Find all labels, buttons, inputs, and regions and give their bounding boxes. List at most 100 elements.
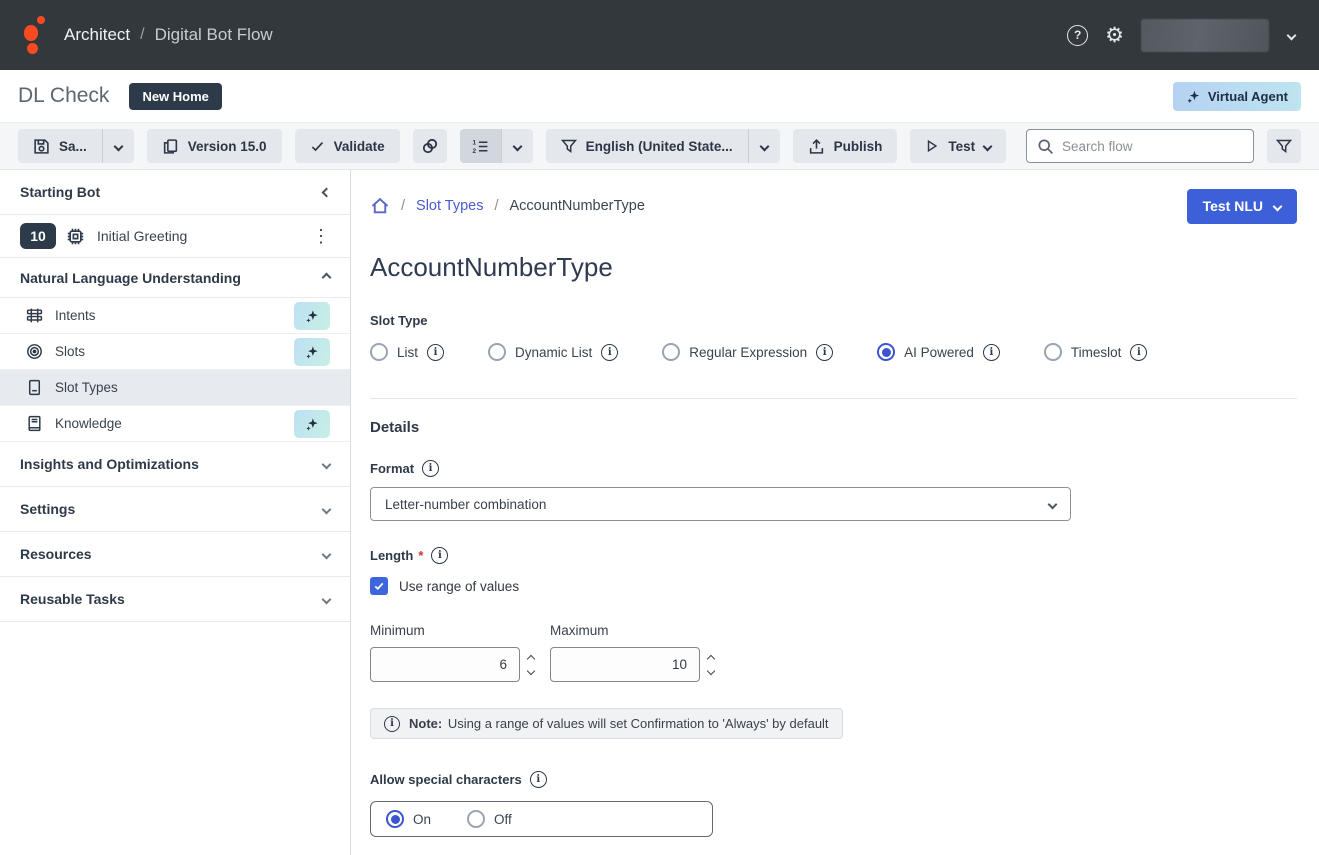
radio-icon-selected[interactable] <box>386 810 404 828</box>
save-label: Sa... <box>59 139 87 154</box>
radio-icon[interactable] <box>467 810 485 828</box>
new-home-badge[interactable]: New Home <box>129 83 221 110</box>
collapse-sidebar-icon[interactable] <box>322 187 332 197</box>
sidebar-section-insights[interactable]: Insights and Optimizations <box>0 442 350 487</box>
top-bar: Architect / Digital Bot Flow ? ⚙ <box>0 0 1319 70</box>
info-icon[interactable]: i <box>1130 344 1147 361</box>
stepper-up-icon[interactable] <box>707 654 715 662</box>
radio-icon[interactable] <box>662 343 680 361</box>
sidebar-section-resources[interactable]: Resources <box>0 532 350 577</box>
user-account-redacted[interactable] <box>1141 19 1269 52</box>
radio-option-timeslot[interactable]: Timeslot i <box>1044 343 1148 361</box>
search-filter-button[interactable] <box>1267 129 1301 163</box>
ai-sparkle-button[interactable] <box>294 302 330 330</box>
publish-label: Publish <box>834 139 883 154</box>
info-icon[interactable]: i <box>816 344 833 361</box>
slots-icon <box>26 343 43 360</box>
sidebar-item-slots[interactable]: Slots <box>0 334 350 370</box>
info-icon[interactable]: i <box>601 344 618 361</box>
publish-button[interactable]: Publish <box>793 129 898 163</box>
save-menu-button[interactable] <box>102 129 134 163</box>
validate-button[interactable]: Validate <box>295 129 400 163</box>
language-button[interactable]: English (United State... <box>546 129 748 163</box>
virtual-agent-button[interactable]: Virtual Agent <box>1173 82 1301 111</box>
sidebar-section-reusable-tasks[interactable]: Reusable Tasks <box>0 577 350 622</box>
chevron-up-icon[interactable] <box>322 273 332 283</box>
chevron-down-icon[interactable] <box>1287 30 1297 40</box>
breadcrumb-current: AccountNumberType <box>510 198 645 214</box>
sidebar-section-settings[interactable]: Settings <box>0 487 350 532</box>
chevron-down-icon[interactable] <box>322 549 332 559</box>
breadcrumb-slot-types-link[interactable]: Slot Types <box>416 198 483 214</box>
radio-icon-selected[interactable] <box>877 343 895 361</box>
maximum-input[interactable] <box>550 647 700 682</box>
numbered-list-button[interactable]: 12 <box>460 129 501 163</box>
help-icon[interactable]: ? <box>1067 25 1088 46</box>
language-menu-button[interactable] <box>748 129 780 163</box>
details-heading: Details <box>370 419 1297 436</box>
sidebar: Starting Bot 10 Initial Greeting ⋮ Natur… <box>0 170 351 855</box>
info-icon: i <box>384 716 400 732</box>
gear-icon[interactable]: ⚙ <box>1105 25 1124 46</box>
format-selected-value: Letter-number combination <box>385 497 546 512</box>
use-range-checkbox-row[interactable]: Use range of values <box>370 577 1297 595</box>
checkbox-checked-icon[interactable] <box>370 577 388 595</box>
home-icon[interactable] <box>370 196 390 216</box>
stepper-down-icon[interactable] <box>527 666 535 674</box>
info-icon[interactable]: i <box>983 344 1000 361</box>
radio-option-off[interactable]: Off <box>467 810 512 828</box>
ai-sparkle-button[interactable] <box>294 410 330 438</box>
sidebar-section-nlu[interactable]: Natural Language Understanding <box>0 258 350 298</box>
radio-option-ai-powered[interactable]: AI Powered i <box>877 343 1000 361</box>
breadcrumb: / Slot Types / AccountNumberType Test NL… <box>370 188 1297 224</box>
stepper-down-icon[interactable] <box>707 666 715 674</box>
chevron-down-icon[interactable] <box>322 459 332 469</box>
radio-option-on[interactable]: On <box>386 810 431 828</box>
flow-name: DL Check <box>18 84 109 108</box>
validate-label: Validate <box>334 139 385 154</box>
info-icon[interactable]: i <box>427 344 444 361</box>
kebab-menu-icon[interactable]: ⋮ <box>312 227 330 245</box>
test-nlu-button[interactable]: Test NLU <box>1187 189 1297 224</box>
ai-sparkle-button[interactable] <box>294 338 330 366</box>
filter-funnel-icon <box>1276 138 1292 154</box>
save-button[interactable]: Sa... <box>18 129 102 163</box>
breadcrumb-separator: / <box>494 198 498 214</box>
radio-label: On <box>413 812 431 827</box>
main-panel: / Slot Types / AccountNumberType Test NL… <box>351 170 1319 855</box>
radio-icon[interactable] <box>370 343 388 361</box>
app-name: Architect <box>64 25 130 45</box>
info-icon[interactable]: i <box>530 771 547 788</box>
minimum-input[interactable] <box>370 647 520 682</box>
link-button[interactable] <box>413 129 447 163</box>
sidebar-item-initial-greeting[interactable]: 10 Initial Greeting ⋮ <box>0 215 350 258</box>
stepper-up-icon[interactable] <box>527 654 535 662</box>
versions-icon <box>162 138 179 155</box>
chevron-down-icon[interactable] <box>322 594 332 604</box>
link-icon <box>421 137 439 155</box>
sidebar-section-starting-bot[interactable]: Starting Bot <box>0 170 350 215</box>
info-icon[interactable]: i <box>431 547 448 564</box>
radio-label: Regular Expression <box>689 345 807 360</box>
radio-option-regular-expression[interactable]: Regular Expression i <box>662 343 833 361</box>
chevron-down-icon[interactable] <box>322 504 332 514</box>
nlu-label: Natural Language Understanding <box>20 270 241 286</box>
info-icon[interactable]: i <box>422 460 439 477</box>
section-label: Reusable Tasks <box>20 591 125 607</box>
sidebar-item-slot-types[interactable]: Slot Types <box>0 370 350 406</box>
radio-icon[interactable] <box>488 343 506 361</box>
version-button[interactable]: Version 15.0 <box>147 129 282 163</box>
search-flow-input[interactable] <box>1062 139 1243 154</box>
list-view-menu-button[interactable] <box>501 129 533 163</box>
radio-label: List <box>397 345 418 360</box>
sidebar-item-intents[interactable]: Intents <box>0 298 350 334</box>
sidebar-item-knowledge[interactable]: Knowledge <box>0 406 350 442</box>
minimum-label: Minimum <box>370 623 534 638</box>
funnel-icon <box>561 138 577 154</box>
search-icon <box>1037 138 1054 155</box>
radio-option-list[interactable]: List i <box>370 343 444 361</box>
format-select[interactable]: Letter-number combination <box>370 487 1071 521</box>
radio-icon[interactable] <box>1044 343 1062 361</box>
radio-option-dynamic-list[interactable]: Dynamic List i <box>488 343 618 361</box>
test-button[interactable]: Test <box>910 129 1006 163</box>
